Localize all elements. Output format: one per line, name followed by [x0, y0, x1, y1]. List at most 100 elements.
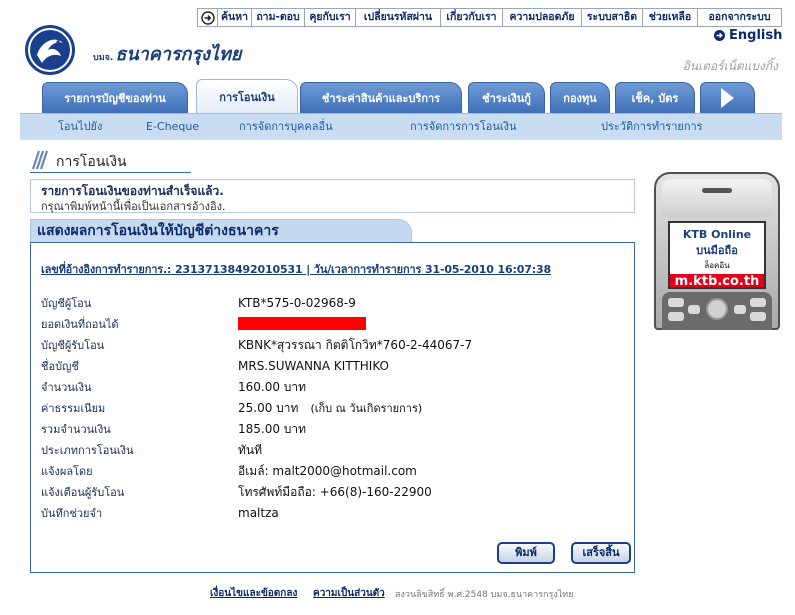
- reference-separator: |: [306, 263, 311, 276]
- phone-key: [668, 312, 684, 321]
- subnav-transaction-history[interactable]: ประวัติการทำรายการ: [601, 114, 703, 140]
- phone-key: [688, 305, 700, 314]
- detail-row: บัญชีผู้รับโอน KBNK*สุวรรณา กิตติโกวิท*7…: [41, 335, 626, 356]
- fee-note: (เก็บ ณ วันเกิดรายการ): [310, 402, 423, 415]
- redaction-bar: [238, 317, 366, 330]
- subnav-manage-transfers[interactable]: การจัดการการโอนเงิน: [410, 114, 517, 140]
- subnav-e-cheque[interactable]: E-Cheque: [146, 114, 199, 140]
- phone-dpad: [706, 298, 728, 320]
- detail-row: รวมจำนวนเงิน 185.00 บาท: [41, 419, 626, 440]
- nav-change-password-link[interactable]: เปลี่ยนรหัสผ่าน: [356, 8, 441, 27]
- transaction-reference: เลขที่อ้างอิงการทำรายการ.: 2313713849201…: [41, 260, 551, 278]
- fee-value: 25.00 บาท (เก็บ ณ วันเกิดรายการ): [238, 398, 422, 419]
- tab-account-list[interactable]: รายการบัญชีของท่าน: [42, 82, 188, 113]
- language-label: English: [729, 27, 783, 43]
- bank-name-text: ธนาคารกรุงไทย: [115, 44, 242, 65]
- ad-title: KTB Online: [682, 228, 752, 241]
- phone-key: [750, 298, 766, 307]
- detail-row: แจ้งเตือนผู้รับโอน โทรศัพท์มือถือ: +66(8…: [41, 482, 626, 503]
- fee-amount: 25.00 บาท: [238, 401, 299, 415]
- nav-faq-link[interactable]: ถาม-ตอบ: [252, 8, 305, 27]
- phone-key: [750, 312, 766, 321]
- detail-label: บัญชีผู้โอน: [41, 297, 92, 310]
- bank-name: บมจ. ธนาคารกรุงไทย: [93, 39, 241, 68]
- nav-security-link[interactable]: ความปลอดภัย: [503, 8, 582, 27]
- notify-by-value: อีเมล์: malt2000@hotmail.com: [238, 464, 417, 478]
- print-button[interactable]: พิมพ์: [497, 542, 555, 564]
- amount-value: 160.00 บาท: [238, 380, 307, 394]
- detail-label: ค่าธรรมเนียม: [41, 402, 106, 415]
- memo-value: maltza: [238, 506, 279, 520]
- page-title: การโอนเงิน: [56, 154, 127, 170]
- bank-name-prefix: บมจ.: [93, 53, 114, 63]
- phone-key: [668, 298, 684, 307]
- result-panel: เลขที่อ้างอิงการทำรายการ.: 2313713849201…: [30, 242, 635, 573]
- language-switch-link[interactable]: English: [714, 27, 782, 43]
- mobile-banking-ad[interactable]: KTB Online บนมือถือ ล็อคอิน m.ktb.co.th: [652, 172, 782, 330]
- detail-row: บันทึกช่วยจำ maltza: [41, 503, 626, 524]
- tab-funds[interactable]: กองทุน: [550, 82, 610, 113]
- reference-label: เลขที่อ้างอิงการทำรายการ.:: [41, 263, 172, 276]
- phone-top: [662, 179, 772, 217]
- top-utility-nav: ค้นหา ถาม-ตอบ คุยกับเรา เปลี่ยนรหัสผ่าน …: [197, 8, 782, 27]
- result-panel-heading: แสดงผลการโอนเงินให้บัญชีต่างธนาคาร: [30, 219, 412, 243]
- detail-label: รวมจำนวนเงิน: [41, 423, 111, 436]
- transfer-type-value: ทันที: [238, 443, 263, 457]
- phone-speaker: [702, 188, 732, 193]
- detail-row: จำนวนเงิน 160.00 บาท: [41, 377, 626, 398]
- available-balance-value: [238, 314, 366, 335]
- right-arrow-icon: [721, 88, 734, 108]
- account-name-value: MRS.SUWANNA KITTHIKO: [238, 359, 389, 373]
- detail-label: ยอดเงินที่ถอนได้: [41, 318, 119, 331]
- nav-contact-link[interactable]: คุยกับเรา: [305, 8, 356, 27]
- nav-logout-link[interactable]: ออกจากระบบ: [698, 8, 782, 27]
- detail-row: บัญชีผู้โอน KTB*575-0-02968-9: [41, 293, 626, 314]
- success-message-note: กรุณาพิมพ์หน้านี้เพื่อเป็นเอกสารอ้างอิง.: [41, 200, 226, 213]
- ad-url: m.ktb.co.th: [670, 274, 764, 287]
- arrow-circle-icon: [200, 10, 215, 25]
- tab-loan-payment[interactable]: ชำระเงินกู้: [468, 82, 545, 113]
- detail-row: ค่าธรรมเนียม 25.00 บาท (เก็บ ณ วันเกิดราย…: [41, 398, 626, 419]
- terms-link[interactable]: เงื่อนไขและข้อตกลง: [210, 586, 297, 601]
- privacy-link[interactable]: ความเป็นส่วนตัว: [313, 586, 385, 601]
- recipient-alert-value: โทรศัพท์มือถือ: +66(8)-160-22900: [238, 485, 432, 499]
- total-amount-value: 185.00 บาท: [238, 422, 307, 436]
- detail-label: บัญชีผู้รับโอน: [41, 339, 105, 352]
- tabs-next-button[interactable]: [700, 82, 755, 113]
- phone-screen: KTB Online บนมือถือ ล็อคอิน m.ktb.co.th: [668, 221, 766, 289]
- done-button[interactable]: เสร็จสิ้น: [571, 542, 631, 564]
- ad-subtitle: บนมือถือ: [696, 244, 738, 257]
- datetime-label: วัน/เวลาการทำรายการ: [313, 263, 422, 276]
- detail-label: แจ้งเตือนผู้รับโอน: [41, 486, 125, 499]
- tab-cheque-card[interactable]: เช็ค, บัตร: [615, 82, 695, 113]
- detail-row: ชื่อบัญชี MRS.SUWANNA KITTHIKO: [41, 356, 626, 377]
- subnav-manage-others[interactable]: การจัดการบุคคลอื่น: [239, 114, 333, 140]
- internet-banking-tagline: อินเตอร์เน็ตแบงกิ้ง: [682, 59, 778, 73]
- detail-label: แจ้งผลโดย: [41, 465, 93, 478]
- tab-bill-payment[interactable]: ชำระค่าสินค้าและบริการ: [300, 82, 462, 113]
- detail-row: ยอดเงินที่ถอนได้: [41, 314, 626, 335]
- nav-about-link[interactable]: เกี่ยวกับเรา: [441, 8, 503, 27]
- detail-label: ประเภทการโอนเงิน: [41, 444, 134, 457]
- nav-search-link[interactable]: ค้นหา: [218, 8, 252, 27]
- phone-key: [734, 305, 746, 314]
- ktb-logo-icon[interactable]: [24, 24, 76, 76]
- detail-label: ชื่อบัญชี: [41, 360, 79, 373]
- from-account-value: KTB*575-0-02968-9: [238, 296, 356, 310]
- transaction-datetime: 31-05-2010 16:07:38: [424, 263, 552, 276]
- arrow-circle-icon: [714, 29, 725, 41]
- tab-transfer[interactable]: การโอนเงิน: [196, 79, 298, 113]
- detail-label: จำนวนเงิน: [41, 381, 92, 394]
- slash-decoration-icon: [31, 150, 49, 170]
- nav-help-link[interactable]: ช่วยเหลือ: [643, 8, 698, 27]
- nav-arrow-button[interactable]: [197, 8, 218, 27]
- detail-label: บันทึกช่วยจำ: [41, 507, 103, 520]
- detail-row: ประเภทการโอนเงิน ทันที: [41, 440, 626, 461]
- success-message: รายการโอนเงินของท่านสำเร็จแล้ว. กรุณาพิม…: [30, 179, 635, 213]
- nav-demo-link[interactable]: ระบบสาธิต: [582, 8, 643, 27]
- subnav-transfer-to[interactable]: โอนไปยัง: [58, 114, 102, 140]
- transfer-details: บัญชีผู้โอน KTB*575-0-02968-9 ยอดเงินที่…: [41, 293, 626, 524]
- sub-navigation: โอนไปยัง E-Cheque การจัดการบุคคลอื่น การ…: [20, 113, 782, 140]
- reference-number: 23137138492010531: [174, 263, 303, 276]
- to-account-value: KBNK*สุวรรณา กิตติโกวิท*760-2-44067-7: [238, 338, 473, 352]
